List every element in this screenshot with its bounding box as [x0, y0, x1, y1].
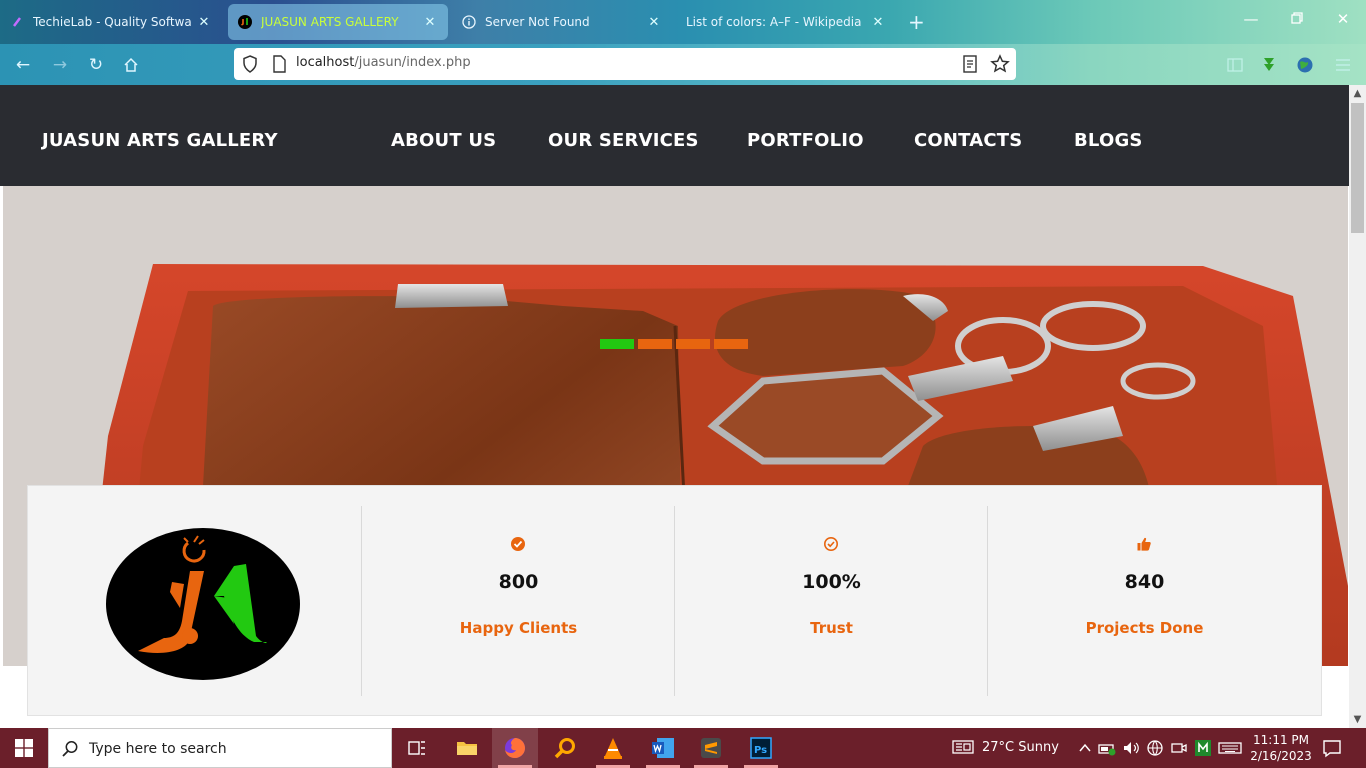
browser-nav-bar: ← → ↻ localhost/juasun/index.php [0, 44, 1366, 85]
download-arrow-icon[interactable] [1260, 56, 1280, 76]
volume-icon[interactable] [1122, 739, 1140, 761]
page-info-icon[interactable] [272, 55, 286, 77]
tab-juasun-arts-gallery[interactable]: JUASUN ARTS GALLERY ✕ [228, 4, 448, 40]
stat-value: 100% [802, 571, 861, 593]
tab-title: Server Not Found [485, 15, 590, 29]
tab-title: TechieLab - Quality Software De [33, 15, 192, 29]
url-path: /juasun/index.php [354, 55, 471, 70]
weather-text: 27°C Sunny [982, 739, 1059, 755]
site-brand[interactable]: JUASUN ARTS GALLERY [42, 130, 278, 151]
tab-close-icon[interactable]: ✕ [422, 15, 438, 30]
browser-tab-bar: TechieLab - Quality Software De ✕ JUASUN… [0, 0, 1366, 44]
nav-link-blogs[interactable]: BLOGS [1074, 130, 1143, 151]
file-explorer-icon[interactable] [444, 728, 490, 768]
juasun-logo [106, 528, 300, 680]
taskbar-search-box[interactable]: Type here to search [48, 728, 392, 768]
url-text: localhost/juasun/index.php [296, 55, 471, 70]
stat-trust: 100% Trust [674, 506, 987, 696]
logo-column [28, 506, 361, 696]
menu-icon[interactable] [1334, 56, 1354, 76]
notifications-icon[interactable] [1322, 738, 1342, 762]
stat-value: 840 [1124, 571, 1165, 593]
system-tray [1078, 739, 1242, 761]
reader-view-icon[interactable] [962, 55, 978, 77]
stats-card: 800 Happy Clients 100% Trust 840 Project… [27, 485, 1322, 716]
page-viewport: JUASUN ARTS GALLERY ABOUT US OUR SERVICE… [0, 85, 1349, 728]
nav-link-contacts[interactable]: CONTACTS [914, 130, 1022, 151]
tracking-shield-icon[interactable] [242, 55, 258, 77]
search-magnifier-app-icon[interactable] [542, 728, 588, 768]
globe-extension-icon[interactable] [1296, 56, 1316, 76]
stat-happy-clients: 800 Happy Clients [361, 506, 674, 696]
keyboard-icon[interactable] [1218, 739, 1242, 761]
url-bar[interactable]: localhost/juasun/index.php [234, 48, 1016, 80]
windows-start-icon[interactable] [0, 728, 48, 768]
task-view-icon[interactable] [394, 728, 440, 768]
taskbar-clock[interactable]: 11:11 PM 2/16/2023 [1246, 732, 1316, 764]
language-globe-icon[interactable] [1146, 739, 1164, 761]
window-close-icon[interactable]: ✕ [1328, 10, 1358, 28]
stat-label: Projects Done [1085, 619, 1204, 637]
tab-close-icon[interactable]: ✕ [646, 15, 662, 30]
tab-close-icon[interactable]: ✕ [196, 15, 212, 30]
window-minimize-icon[interactable]: — [1236, 10, 1266, 28]
url-host: localhost [296, 55, 355, 70]
tab-wikipedia-colors[interactable]: List of colors: A–F - Wikipedia ✕ [676, 4, 896, 40]
scroll-up-arrow-icon[interactable]: ▲ [1349, 85, 1366, 102]
tab-title: JUASUN ARTS GALLERY [261, 15, 399, 29]
juasun-favicon-icon [238, 15, 252, 29]
tab-server-not-found[interactable]: Server Not Found ✕ [452, 4, 672, 40]
thumbs-up-icon [1137, 537, 1151, 551]
slider-indicator[interactable] [638, 339, 672, 349]
stat-label: Trust [810, 619, 853, 637]
site-header: JUASUN ARTS GALLERY ABOUT US OUR SERVICE… [0, 85, 1349, 186]
stat-projects-done: 840 Projects Done [987, 506, 1300, 696]
microsoft-word-icon[interactable] [640, 728, 686, 768]
weather-news-icon [952, 740, 974, 754]
slider-indicator[interactable] [676, 339, 710, 349]
sublime-text-icon[interactable] [688, 728, 734, 768]
reload-icon[interactable]: ↻ [83, 52, 109, 78]
show-hidden-icons-chevron-up-icon[interactable] [1078, 739, 1092, 761]
tab-close-icon[interactable]: ✕ [870, 15, 886, 30]
page-scrollbar[interactable]: ▲ ▼ [1349, 85, 1366, 728]
svg-text:Ps: Ps [754, 745, 767, 756]
clock-time: 11:11 PM [1253, 733, 1309, 747]
windows-taskbar: Type here to search Ps 27°C Sunny 11:11 … [0, 728, 1366, 768]
scrollbar-thumb[interactable] [1351, 103, 1364, 233]
slider-indicator[interactable] [714, 339, 748, 349]
slider-indicator-active[interactable] [600, 339, 634, 349]
nav-link-our-services[interactable]: OUR SERVICES [548, 130, 699, 151]
window-restore-icon[interactable] [1282, 10, 1312, 28]
firefox-icon[interactable] [492, 728, 538, 768]
stat-value: 800 [498, 571, 539, 593]
meet-now-camera-icon[interactable] [1170, 739, 1188, 761]
forward-arrow-icon[interactable]: → [47, 52, 73, 78]
bookmark-star-icon[interactable] [990, 54, 1010, 78]
check-circle-icon [511, 537, 525, 551]
techielab-favicon-icon [10, 15, 24, 29]
tab-techielab[interactable]: TechieLab - Quality Software De ✕ [0, 4, 222, 40]
tab-title: List of colors: A–F - Wikipedia [686, 15, 862, 29]
info-icon [462, 15, 476, 29]
vlc-icon[interactable] [590, 728, 636, 768]
slider-indicators [600, 339, 748, 349]
nav-link-about-us[interactable]: ABOUT US [391, 130, 496, 151]
weather-widget[interactable]: 27°C Sunny [952, 739, 1059, 755]
check-circle-icon [824, 537, 838, 551]
nav-link-portfolio[interactable]: PORTFOLIO [747, 130, 864, 151]
scroll-down-arrow-icon[interactable]: ▼ [1349, 711, 1366, 728]
sidebar-icon[interactable] [1226, 56, 1246, 76]
search-placeholder: Type here to search [89, 741, 227, 757]
clock-date: 2/16/2023 [1250, 749, 1312, 763]
green-app-tray-icon[interactable] [1194, 739, 1212, 761]
search-icon [62, 741, 78, 757]
stat-label: Happy Clients [459, 619, 578, 637]
home-icon[interactable] [118, 52, 144, 78]
new-tab-plus-icon[interactable]: + [908, 10, 925, 34]
photoshop-icon[interactable]: Ps [738, 728, 784, 768]
back-arrow-icon[interactable]: ← [10, 52, 36, 78]
network-battery-icon[interactable] [1098, 739, 1116, 761]
